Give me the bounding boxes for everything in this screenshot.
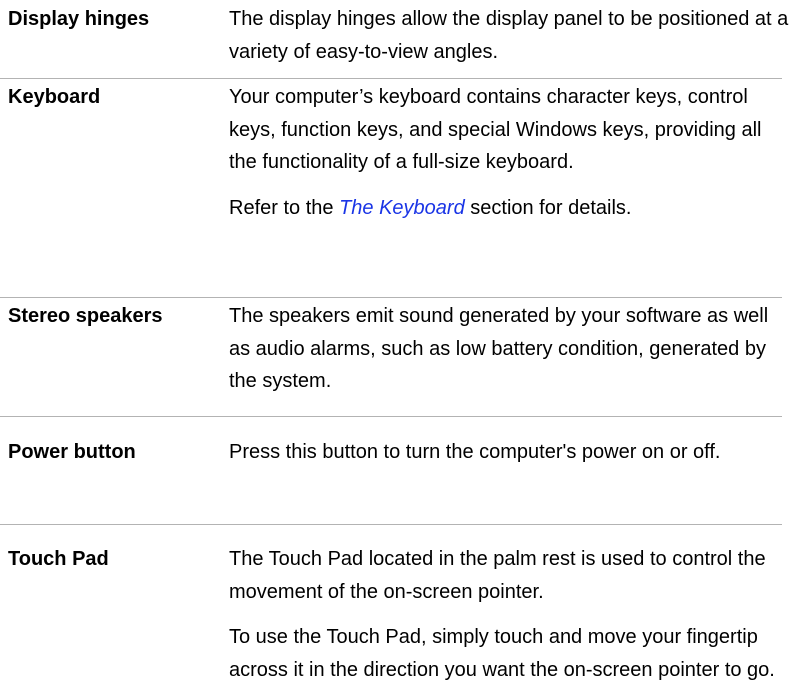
term-touch-pad: Touch Pad bbox=[8, 548, 109, 570]
term-stereo-speakers: Stereo speakers bbox=[8, 305, 163, 327]
term-keyboard: Keyboard bbox=[8, 86, 101, 108]
desc-paragraph: The speakers emit sound generated by you… bbox=[229, 305, 769, 392]
desc-keyboard: Your computer’s keyboard contains charac… bbox=[229, 81, 789, 224]
row-divider bbox=[0, 297, 782, 298]
ref-text-before: Refer to the bbox=[229, 196, 340, 219]
term-power-button: Power button bbox=[8, 441, 136, 463]
desc-paragraph: The display hinges allow the display pan… bbox=[229, 8, 789, 63]
feature-table: Display hinges The display hinges allow … bbox=[0, 0, 800, 681]
desc-stereo-speakers: The speakers emit sound generated by you… bbox=[229, 300, 789, 398]
desc-touch-pad: The Touch Pad located in the palm rest i… bbox=[229, 543, 789, 686]
the-keyboard-link[interactable]: The Keyboard bbox=[339, 197, 465, 219]
ref-text-after: section for details. bbox=[464, 196, 632, 219]
desc-display-hinges: The display hinges allow the display pan… bbox=[229, 3, 789, 68]
row-divider bbox=[0, 78, 782, 79]
keyboard-reference: Refer to the The Keyboard section for de… bbox=[229, 192, 789, 225]
row-divider bbox=[0, 416, 782, 417]
desc-power-button: Press this button to turn the computer's… bbox=[229, 436, 789, 469]
desc-paragraph: Press this button to turn the computer's… bbox=[229, 441, 721, 463]
desc-paragraph: The Touch Pad located in the palm rest i… bbox=[229, 548, 766, 603]
desc-paragraph: To use the Touch Pad, simply touch and m… bbox=[229, 626, 775, 681]
row-divider bbox=[0, 524, 782, 525]
term-display-hinges: Display hinges bbox=[8, 8, 150, 30]
desc-paragraph: Your computer’s keyboard contains charac… bbox=[229, 86, 762, 173]
